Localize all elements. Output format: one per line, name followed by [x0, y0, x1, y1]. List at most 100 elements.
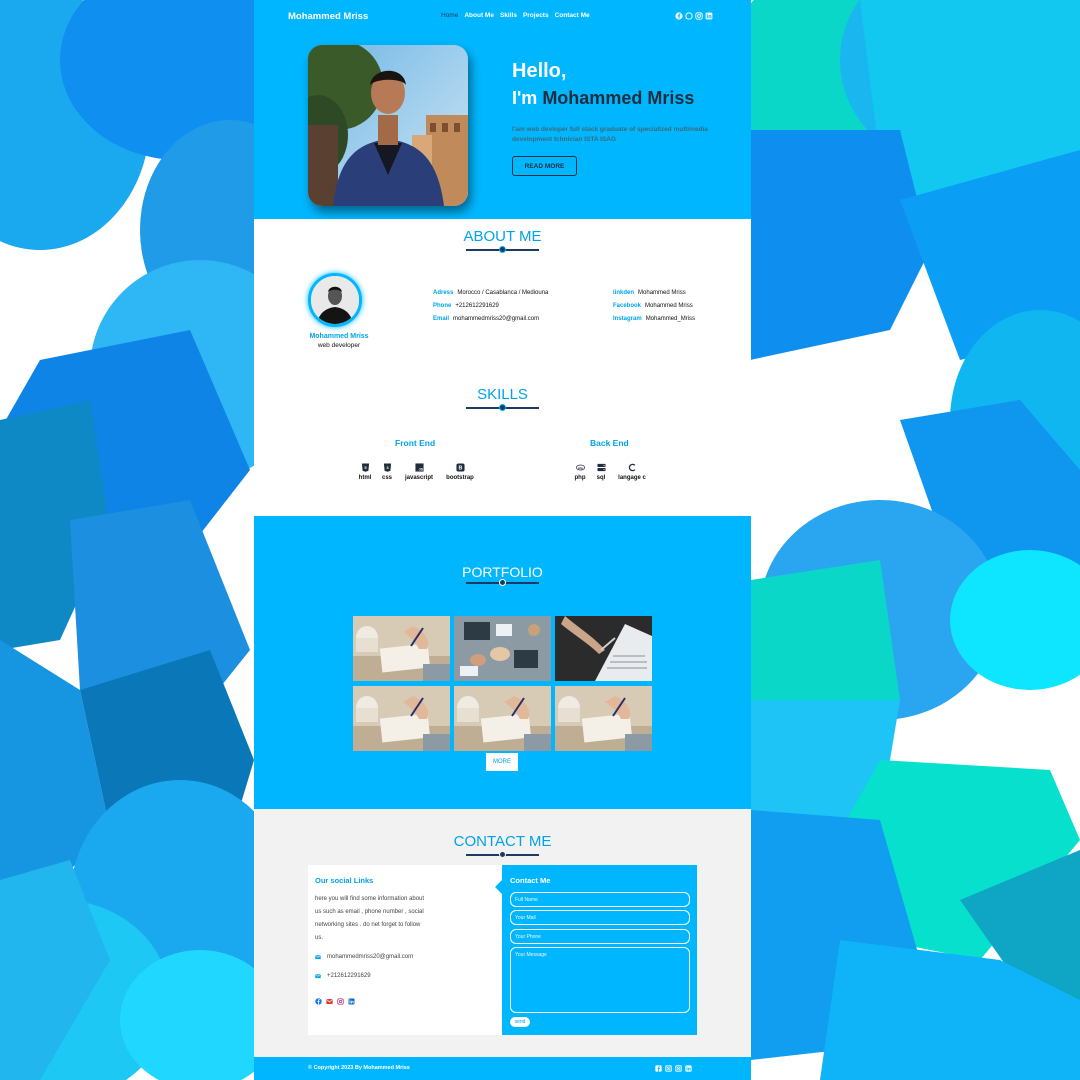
instagram-icon[interactable] — [675, 1065, 682, 1072]
skill-label: sql — [596, 475, 606, 481]
brand-logo[interactable]: Mohammed Mriss — [288, 11, 368, 22]
info-value: Mohammed_Mriss — [645, 316, 696, 322]
social-links-card: Our social Links here you will find some… — [308, 865, 503, 1035]
portfolio-item[interactable] — [454, 616, 551, 681]
skill-php: php php — [572, 463, 588, 481]
nav-projects[interactable]: Projects — [523, 12, 549, 19]
social-links-text: here you will find some information abou… — [315, 896, 425, 941]
contact-title: CONTACT ME — [453, 833, 552, 850]
mail-icon[interactable] — [326, 998, 333, 1005]
facebook-icon[interactable] — [675, 12, 683, 20]
contact-title-dot — [499, 851, 506, 858]
mail-icon — [315, 954, 321, 960]
hero-section: Hello, I'm Mohammed Mriss I'am web devlo… — [254, 34, 751, 219]
nav-skills[interactable]: Skills — [500, 12, 517, 19]
skills-title: SKILLS — [477, 386, 528, 403]
svg-text:JS: JS — [418, 468, 423, 472]
info-value: Mohammed Mriss — [645, 303, 693, 309]
info-facebook: Facebook Mohammed Mriss — [613, 303, 693, 309]
contact-form: Contact Me send — [495, 865, 697, 1035]
more-button[interactable]: MORE — [486, 753, 518, 771]
hero-im-prefix: I'm — [512, 88, 538, 108]
skills-title-dot — [499, 404, 506, 411]
database-icon — [596, 463, 606, 472]
info-value: Mohammed Mriss — [638, 290, 686, 296]
instagram-icon[interactable] — [695, 12, 703, 20]
footer-copyright: © Copyright 2023 By Mohammed Mriss — [308, 1065, 410, 1071]
read-more-button[interactable]: READ MORE — [512, 156, 577, 176]
contact-phone[interactable]: +212612291629 — [327, 973, 371, 979]
html5-icon: 5 — [361, 463, 369, 472]
skill-label: css — [381, 475, 392, 481]
hero-heading: I'm Mohammed Mriss — [512, 88, 694, 109]
front-end-title: Front End — [395, 438, 436, 448]
whatsapp-icon[interactable] — [685, 12, 693, 20]
contact-form-title: Contact Me — [510, 876, 551, 885]
skill-sql: sql — [594, 463, 608, 481]
full-name-input[interactable] — [510, 892, 690, 907]
avatar — [308, 273, 362, 327]
about-title-dot — [499, 246, 506, 253]
header-social-icons — [675, 12, 713, 20]
instagram-icon[interactable] — [665, 1065, 672, 1072]
skill-html: 5 html — [356, 463, 374, 481]
facebook-icon[interactable] — [315, 998, 322, 1005]
footer-social-icons — [655, 1065, 692, 1072]
bootstrap-icon: B — [455, 463, 465, 472]
info-linkedin: linkden Mohammed Mriss — [613, 290, 686, 296]
info-email: Email mohammedmriss20@gmail.com — [433, 316, 539, 322]
instagram-icon[interactable] — [337, 998, 344, 1005]
info-key: Phone — [433, 303, 452, 309]
nav-contact[interactable]: Contact Me — [555, 12, 590, 19]
contact-social-icons — [315, 998, 355, 1005]
linkedin-icon[interactable] — [348, 998, 355, 1005]
portfolio-title-dot — [499, 579, 506, 586]
portfolio-page: Mohammed Mriss Home About Me Skills Proj… — [254, 0, 751, 1080]
nav-about[interactable]: About Me — [464, 12, 494, 19]
portfolio-item[interactable] — [353, 686, 450, 751]
profile-photo — [308, 45, 468, 206]
phone-input[interactable] — [510, 929, 690, 944]
info-key: Email — [433, 316, 450, 322]
portfolio-item[interactable] — [555, 686, 652, 751]
skill-c: langage c — [616, 463, 648, 481]
portfolio-item[interactable] — [353, 616, 450, 681]
portfolio-item[interactable] — [454, 686, 551, 751]
top-navbar: Mohammed Mriss Home About Me Skills Proj… — [254, 0, 751, 34]
social-links-title: Our social Links — [315, 876, 374, 885]
css3-icon: 3 — [383, 463, 391, 472]
skill-label: langage c — [618, 475, 646, 481]
mail-icon — [315, 973, 321, 979]
nav-home[interactable]: Home — [441, 12, 458, 19]
info-address: Adress Morocco / Casablanca / Mediouna — [433, 290, 548, 296]
back-end-title: Back End — [590, 438, 629, 448]
contact-email[interactable]: mohammedmriss20@gmail.com — [327, 954, 413, 960]
skill-label: html — [358, 475, 372, 481]
footer: © Copyright 2023 By Mohammed Mriss — [254, 1057, 751, 1080]
nav-menu: Home About Me Skills Projects Contact Me — [441, 12, 590, 19]
php-icon: php — [575, 464, 585, 471]
info-key: Adress — [433, 290, 454, 296]
send-button[interactable]: send — [510, 1017, 530, 1027]
facebook-icon[interactable] — [655, 1065, 662, 1072]
skill-javascript: JS javascript — [402, 463, 436, 481]
skill-css: 3 css — [380, 463, 394, 481]
skill-bootstrap: B bootstrap — [443, 463, 477, 481]
info-phone: Phone +212612291629 — [433, 303, 499, 309]
portfolio-section: PORTFOLIO MORE — [254, 516, 751, 809]
contact-section: CONTACT ME Our social Links here you wil… — [254, 809, 751, 1057]
email-input[interactable] — [510, 910, 690, 925]
linkedin-icon[interactable] — [685, 1065, 692, 1072]
info-key: linkden — [613, 290, 635, 296]
skill-label: bootstrap — [446, 475, 474, 481]
skill-label: php — [574, 475, 586, 481]
info-value: +212612291629 — [455, 303, 499, 309]
message-textarea[interactable] — [510, 947, 690, 1013]
portfolio-title: PORTFOLIO — [462, 564, 543, 580]
portfolio-item[interactable] — [555, 616, 652, 681]
contact-phone-row: +212612291629 — [315, 973, 371, 979]
about-role: web developer — [317, 342, 361, 349]
hero-name: Mohammed Mriss — [542, 88, 695, 108]
form-notch — [495, 880, 502, 894]
linkedin-icon[interactable] — [705, 12, 713, 20]
